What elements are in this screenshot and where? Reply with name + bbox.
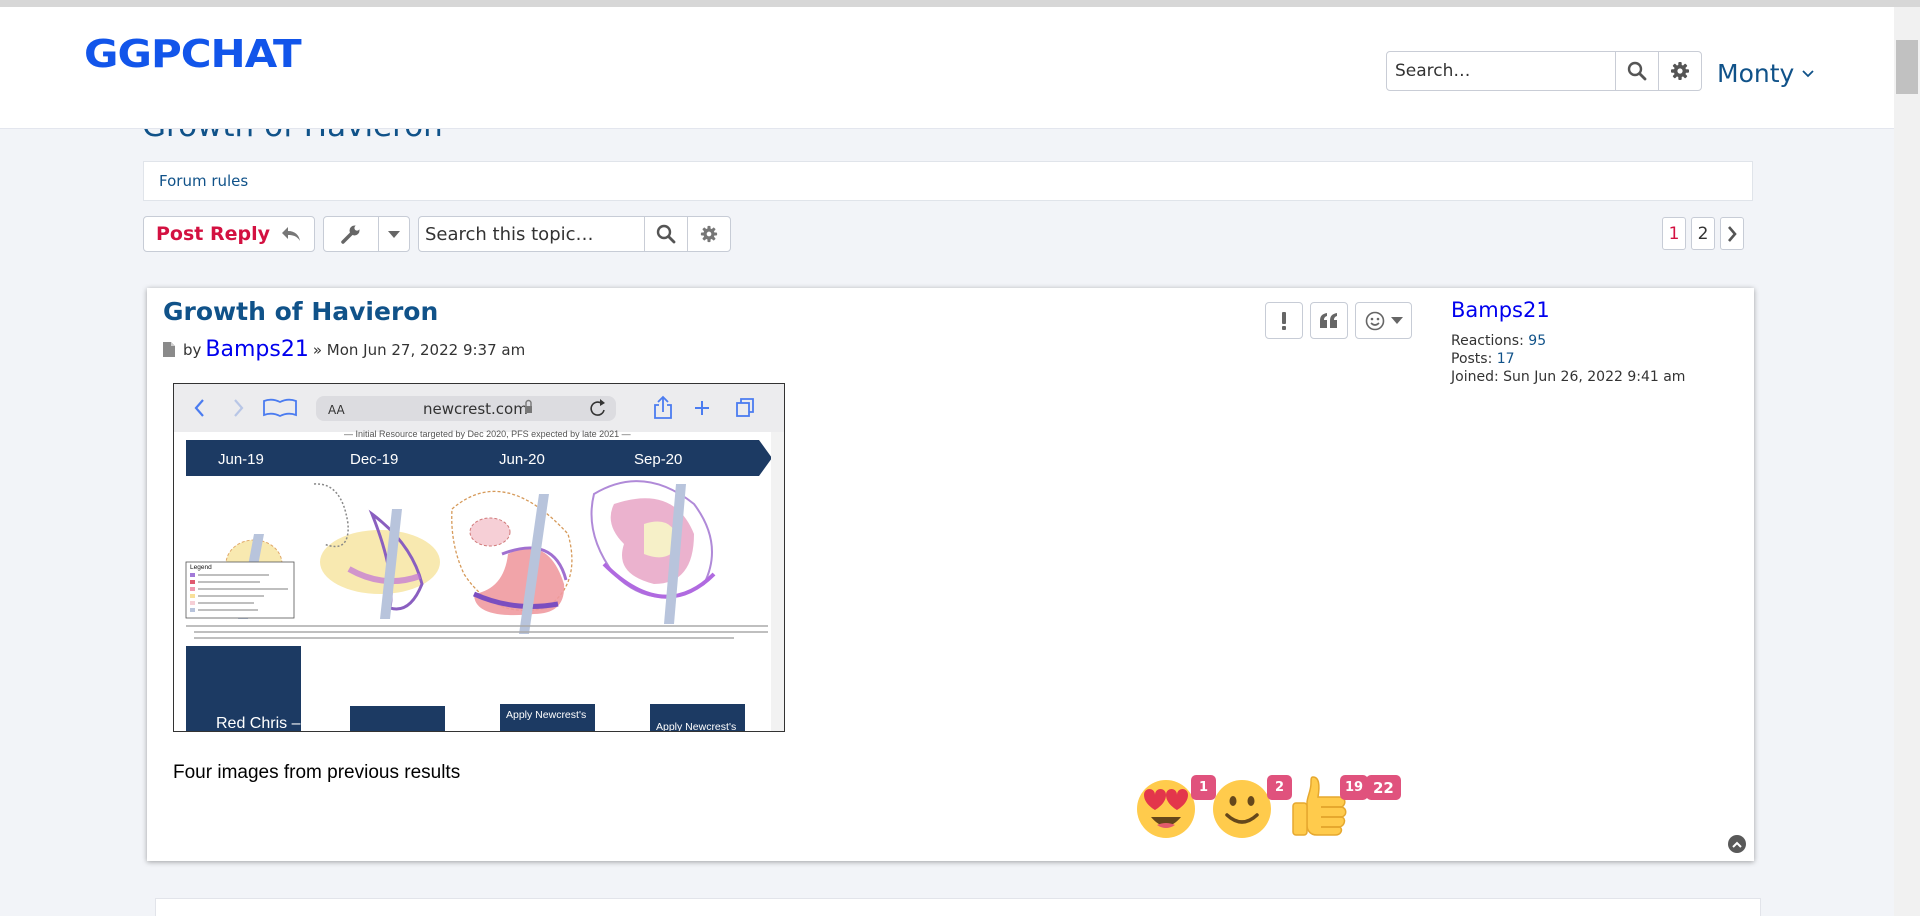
profile-joined-row: Joined: Sun Jun 26, 2022 9:41 am bbox=[1451, 369, 1686, 385]
search-icon bbox=[1627, 61, 1647, 81]
forum-rules-link[interactable]: Forum rules bbox=[143, 161, 1753, 201]
browser-top-edge bbox=[0, 0, 1920, 7]
next-page-button[interactable] bbox=[1720, 217, 1744, 250]
header-advanced-search-button[interactable] bbox=[1658, 52, 1701, 90]
reaction-smiley[interactable]: 2 bbox=[1211, 773, 1292, 839]
scrollbar-thumb[interactable] bbox=[1896, 40, 1918, 94]
gear-icon bbox=[700, 225, 718, 243]
site-header: GGPCHAT Monty bbox=[0, 7, 1894, 129]
profile-username-link[interactable]: Bamps21 bbox=[1451, 298, 1685, 322]
chevron-down-icon bbox=[1802, 69, 1814, 77]
attached-image[interactable]: AA newcrest.com — Initial Resource targe… bbox=[173, 383, 785, 732]
browser-url-label: newcrest.com bbox=[423, 400, 528, 418]
header-search-button[interactable] bbox=[1615, 52, 1658, 90]
chevron-right-icon bbox=[1728, 225, 1737, 242]
caret-down-icon bbox=[1390, 317, 1403, 324]
profile-joined-date: Sun Jun 26, 2022 9:41 am bbox=[1503, 369, 1686, 385]
exclamation-icon bbox=[1282, 311, 1286, 330]
profile-posts-row: Posts: 17 bbox=[1451, 351, 1515, 367]
timeline-label-0: Jun-19 bbox=[218, 451, 264, 468]
profile-reactions-row: Reactions: 95 bbox=[1451, 333, 1547, 349]
attached-image-drawing: AA newcrest.com — Initial Resource targe… bbox=[174, 384, 784, 732]
topic-search-input[interactable] bbox=[419, 223, 644, 245]
post-title[interactable]: Growth of Havieron bbox=[163, 297, 438, 326]
topic-search bbox=[418, 216, 731, 252]
reaction-thumbs-up-count: 19 bbox=[1340, 775, 1369, 800]
byline-by: by bbox=[183, 340, 202, 359]
reaction-thumbs-up[interactable]: 19 bbox=[1287, 773, 1369, 839]
bottom-label-2: Apply Newcrest's bbox=[656, 721, 736, 732]
quote-post-button[interactable] bbox=[1310, 302, 1348, 339]
chevron-up-icon bbox=[1732, 841, 1742, 848]
post-byline: by Bamps21 » Mon Jun 27, 2022 9:37 am bbox=[163, 337, 525, 362]
topic-action-bar: Post Reply bbox=[143, 216, 731, 252]
back-to-top-button[interactable] bbox=[1728, 835, 1746, 853]
page-2-button[interactable]: 2 bbox=[1691, 217, 1715, 250]
topic-tools-caret[interactable] bbox=[379, 230, 409, 238]
profile-posts-count[interactable]: 17 bbox=[1497, 351, 1515, 367]
wrench-icon bbox=[341, 225, 360, 244]
topic-tools-dropdown[interactable] bbox=[323, 216, 410, 252]
pagination: 1 2 bbox=[1662, 217, 1744, 250]
timeline-label-3: Sep-20 bbox=[634, 451, 682, 468]
header-search bbox=[1386, 51, 1702, 91]
topic-title-clipped[interactable]: Growth of Havieron bbox=[142, 129, 443, 146]
bottom-label-1: Apply Newcrest's bbox=[506, 709, 586, 721]
next-post-card bbox=[155, 898, 1761, 916]
bottom-label-0: Red Chris – bbox=[216, 715, 301, 732]
reaction-heart-eyes[interactable]: 1 bbox=[1135, 773, 1216, 839]
topic-advanced-search-button[interactable] bbox=[687, 217, 730, 251]
topic-tools-button[interactable] bbox=[324, 217, 379, 251]
post-date: » Mon Jun 27, 2022 9:37 am bbox=[312, 340, 526, 359]
quote-icon bbox=[1320, 312, 1337, 328]
gear-icon bbox=[1671, 62, 1689, 80]
post-buttons bbox=[1265, 302, 1412, 339]
browser-text-size-label: AA bbox=[328, 403, 346, 417]
search-icon bbox=[656, 224, 676, 244]
post-file-icon[interactable] bbox=[163, 342, 175, 357]
user-menu[interactable]: Monty bbox=[1717, 59, 1814, 88]
smiley-icon bbox=[1365, 311, 1384, 330]
username-label: Monty bbox=[1717, 59, 1795, 88]
add-reaction-button[interactable] bbox=[1355, 302, 1412, 339]
post-profile: Bamps21 Reactions: 95 Posts: 17 Joined: … bbox=[1451, 298, 1685, 386]
topic-search-button[interactable] bbox=[644, 217, 687, 251]
svg-text:— Initial Resource targeted by: — Initial Resource targeted by Dec 2020,… bbox=[344, 429, 631, 439]
site-logo[interactable]: GGPCHAT bbox=[84, 31, 302, 76]
page-scrollbar[interactable] bbox=[1894, 7, 1920, 916]
reactions-total-badge[interactable]: 22 bbox=[1366, 775, 1401, 800]
reply-arrow-icon bbox=[282, 227, 300, 241]
post-reply-label: Post Reply bbox=[156, 223, 270, 245]
post-content: Four images from previous results bbox=[173, 762, 461, 783]
timeline-label-2: Jun-20 bbox=[499, 451, 545, 468]
post-reply-button[interactable]: Post Reply bbox=[143, 216, 315, 252]
report-post-button[interactable] bbox=[1265, 302, 1303, 339]
post-reactions: 1 2 19 22 bbox=[1135, 773, 1401, 839]
post-author-link[interactable]: Bamps21 bbox=[205, 337, 308, 362]
timeline-label-1: Dec-19 bbox=[350, 451, 398, 468]
legend-title: Legend bbox=[190, 564, 212, 571]
header-search-input[interactable] bbox=[1387, 52, 1615, 90]
page-1-button[interactable]: 1 bbox=[1662, 217, 1686, 250]
profile-reactions-count[interactable]: 95 bbox=[1528, 333, 1546, 349]
post-card: Growth of Havieron by Bamps21 » Mon Jun … bbox=[147, 288, 1754, 861]
caret-down-icon bbox=[388, 230, 400, 238]
